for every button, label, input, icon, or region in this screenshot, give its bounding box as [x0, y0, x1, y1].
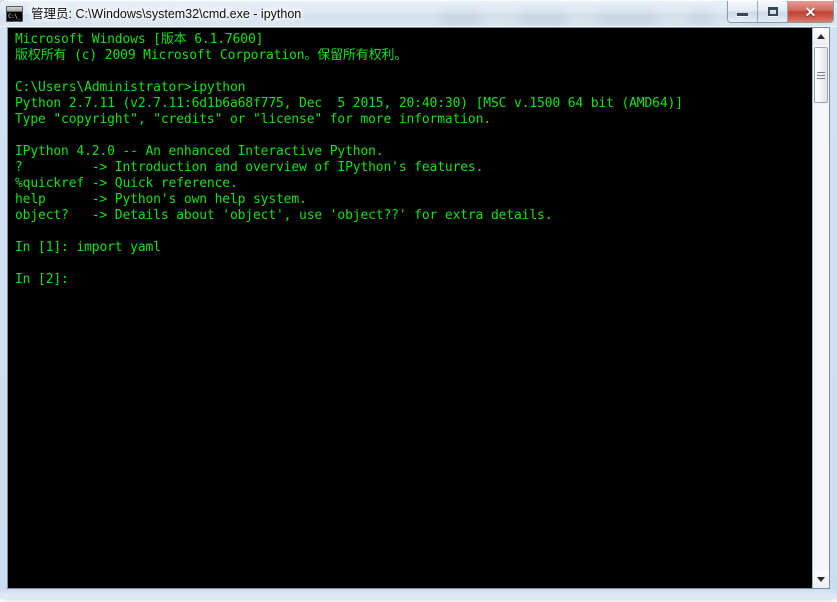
triangle-down-icon	[817, 577, 825, 582]
console-line: object? -> Details about 'object', use '…	[15, 208, 553, 223]
icon-prompt-text: C:\_	[8, 13, 21, 20]
console-output[interactable]: Microsoft Windows [版本 6.1.7600] 版权所有 (c) …	[8, 28, 812, 588]
minimize-button[interactable]	[728, 1, 758, 22]
console-line: C:\Users\Administrator>ipython	[15, 80, 246, 95]
console-line: In [1]: import yaml	[15, 240, 161, 255]
maximize-icon	[767, 7, 778, 16]
close-button[interactable]: ✕	[788, 1, 833, 22]
scroll-down-arrow[interactable]	[813, 571, 829, 588]
console-line: help -> Python's own help system.	[15, 192, 307, 207]
title-bar[interactable]: C:\_ 管理员: C:\Windows\system32\cmd.exe - …	[0, 0, 837, 27]
window-controls: ✕	[727, 1, 834, 23]
console-line: IPython 4.2.0 -- An enhanced Interactive…	[15, 144, 384, 159]
scrollbar-thumb[interactable]	[814, 47, 828, 103]
vertical-scrollbar[interactable]	[812, 28, 829, 588]
console-line: Microsoft Windows [版本 6.1.7600]	[15, 32, 264, 47]
scroll-up-arrow[interactable]	[813, 28, 829, 45]
grip-lines-icon	[817, 71, 825, 79]
cmd-console-icon: C:\_	[6, 6, 23, 22]
triangle-up-icon	[817, 34, 825, 39]
window-bottom-rim	[0, 589, 837, 598]
console-line: In [2]:	[15, 272, 69, 287]
console-line: %quickref -> Quick reference.	[15, 176, 238, 191]
minimize-icon	[737, 13, 748, 16]
console-line: 版权所有 (c) 2009 Microsoft Corporation。保留所有…	[15, 48, 408, 63]
console-line: Type "copyright", "credits" or "license"…	[15, 112, 491, 127]
scrollbar-track[interactable]	[813, 45, 829, 571]
window-title: 管理员: C:\Windows\system32\cmd.exe - ipyth…	[31, 7, 302, 21]
console-line: Python 2.7.11 (v2.7.11:6d1b6a68f775, Dec…	[15, 96, 683, 111]
window-client-area: Microsoft Windows [版本 6.1.7600] 版权所有 (c) …	[7, 27, 830, 589]
console-line: ? -> Introduction and overview of IPytho…	[15, 160, 484, 175]
maximize-button[interactable]	[758, 1, 788, 22]
close-icon: ✕	[804, 3, 817, 20]
console-window: C:\_ 管理员: C:\Windows\system32\cmd.exe - …	[0, 0, 837, 598]
